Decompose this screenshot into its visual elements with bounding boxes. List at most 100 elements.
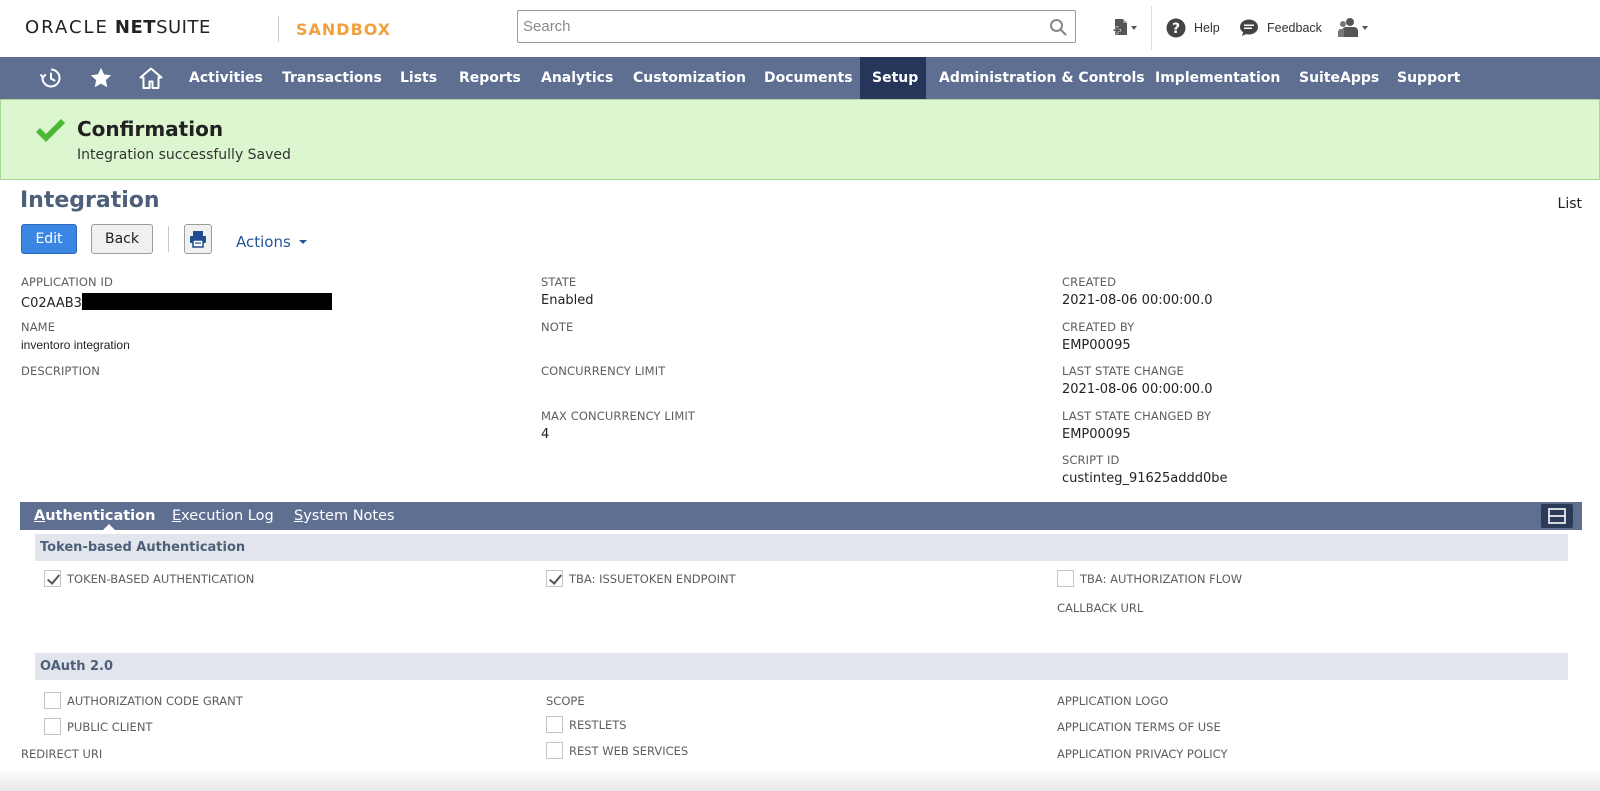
nav-customization[interactable]: Customization [633, 57, 746, 99]
confirmation-banner: Confirmation Integration successfully Sa… [0, 99, 1600, 180]
tab-execution-log-access-key: E [172, 508, 182, 524]
user-roles-icon [1338, 18, 1368, 37]
bottom-scroll-shadow [0, 770, 1600, 791]
help-link[interactable]: ? Help [1166, 16, 1220, 40]
search-icon[interactable] [1049, 18, 1067, 36]
logo-net: NET [114, 17, 157, 38]
nav-activities[interactable]: Activities [189, 57, 263, 99]
field-last-state-change: LAST STATE CHANGE 2021-08-06 00:00:00.0 [1062, 364, 1212, 397]
note-label: NOTE [541, 320, 574, 334]
authorization-flow-checkbox[interactable] [1057, 570, 1074, 587]
tab-execution-log-label: xecution Log [181, 508, 274, 524]
last-state-changed-by-label: LAST STATE CHANGED BY [1062, 409, 1212, 423]
created-by-value: EMP00095 [1062, 338, 1131, 353]
tab-system-notes-access-key: S [294, 508, 304, 524]
recent-records-icon[interactable] [39, 66, 63, 90]
tab-execution-log[interactable]: Execution Log [172, 502, 274, 530]
svg-text:?: ? [1172, 21, 1180, 37]
create-new-icon [1113, 19, 1137, 35]
button-separator [168, 226, 169, 252]
nav-implementation[interactable]: Implementation [1155, 57, 1280, 99]
application-id-text: C02AAB3 [21, 296, 82, 311]
actions-label: Actions [236, 233, 291, 251]
rest-web-services-checkbox-row[interactable]: REST WEB SERVICES [546, 742, 688, 759]
tab-system-notes[interactable]: System Notes [294, 502, 395, 530]
script-id-label: SCRIPT ID [1062, 453, 1120, 467]
name-label: NAME [21, 320, 56, 334]
feedback-link[interactable]: Feedback [1239, 16, 1322, 40]
field-application-id: APPLICATION ID C02AAB3 [21, 275, 332, 311]
restlets-checkbox-row[interactable]: RESTLETS [546, 716, 627, 733]
layout-toggle-button[interactable] [1541, 504, 1573, 528]
top-header: ORACLENETSUITE SANDBOX ? Help [0, 0, 1600, 57]
tab-system-notes-label: ystem Notes [303, 508, 395, 524]
checkmark-icon [36, 119, 65, 142]
list-link[interactable]: List [1558, 196, 1582, 212]
application-id-label: APPLICATION ID [21, 275, 113, 289]
nav-transactions[interactable]: Transactions [282, 57, 382, 99]
netsuite-logo[interactable]: ORACLE NETSUITE [25, 17, 211, 38]
auth-code-grant-checkbox[interactable] [44, 692, 61, 709]
chevron-down-icon [298, 240, 307, 244]
token-based-auth-checkbox-row[interactable]: TOKEN-BASED AUTHENTICATION [44, 570, 254, 587]
max-concurrency-limit-value: 4 [541, 427, 550, 442]
nav-setup[interactable]: Setup [860, 57, 926, 99]
logo-oracle-text: ORACLE [25, 17, 109, 38]
field-concurrency-limit: CONCURRENCY LIMIT [541, 364, 665, 378]
nav-reports[interactable]: Reports [459, 57, 521, 99]
issuetoken-endpoint-checkbox-row[interactable]: TBA: ISSUETOKEN ENDPOINT [546, 570, 736, 587]
tab-authentication[interactable]: Authentication [34, 502, 155, 530]
created-value: 2021-08-06 00:00:00.0 [1062, 293, 1213, 308]
nav-documents[interactable]: Documents [764, 57, 853, 99]
field-last-state-changed-by: LAST STATE CHANGED BY EMP00095 [1062, 409, 1211, 442]
global-search[interactable] [517, 10, 1076, 43]
restlets-checkbox[interactable] [546, 716, 563, 733]
rest-web-services-label: REST WEB SERVICES [569, 743, 689, 758]
tba-heading: Token-based Authentication [40, 540, 246, 555]
print-icon [190, 231, 206, 248]
page-title: Integration [20, 188, 160, 213]
nav-support[interactable]: Support [1397, 57, 1460, 99]
last-state-change-value: 2021-08-06 00:00:00.0 [1062, 382, 1213, 397]
token-based-auth-checkbox[interactable] [44, 570, 61, 587]
nav-administration-controls[interactable]: Administration & Controls [939, 57, 1145, 99]
active-tab-pointer [103, 524, 115, 530]
subtab-bar: Authentication Execution Log System Note… [20, 502, 1582, 530]
back-button[interactable]: Back [91, 224, 153, 254]
public-client-checkbox[interactable] [44, 718, 61, 735]
help-label: Help [1194, 21, 1220, 35]
script-id-value: custinteg_91625addd0be [1062, 471, 1228, 486]
tba-section-header: Token-based Authentication [35, 534, 1568, 561]
redirect-uri-label: REDIRECT URI [21, 747, 103, 761]
rest-web-services-checkbox[interactable] [546, 742, 563, 759]
home-icon[interactable] [139, 66, 163, 90]
actions-menu[interactable]: Actions [236, 233, 308, 251]
terms-of-use-label: APPLICATION TERMS OF USE [1057, 720, 1221, 734]
last-state-changed-by-value: EMP00095 [1062, 427, 1131, 442]
nav-lists[interactable]: Lists [400, 57, 437, 99]
logo-suite: SUITE [156, 17, 211, 38]
field-created: CREATED 2021-08-06 00:00:00.0 [1062, 275, 1212, 308]
star-icon[interactable] [89, 66, 113, 90]
redaction-bar [81, 293, 332, 310]
create-new-menu[interactable] [1112, 16, 1140, 40]
print-button[interactable] [184, 224, 212, 254]
edit-button[interactable]: Edit [21, 224, 77, 254]
nav-analytics[interactable]: Analytics [541, 57, 613, 99]
nav-suiteapps[interactable]: SuiteApps [1299, 57, 1379, 99]
description-label: DESCRIPTION [21, 364, 100, 378]
issuetoken-endpoint-checkbox[interactable] [546, 570, 563, 587]
public-client-checkbox-row[interactable]: PUBLIC CLIENT [44, 718, 152, 735]
user-role-menu[interactable] [1337, 16, 1371, 40]
search-input[interactable] [518, 11, 1018, 42]
oauth-section-header: OAuth 2.0 [35, 653, 1568, 680]
authorization-flow-label: TBA: AUTHORIZATION FLOW [1080, 571, 1243, 586]
main-navigation: Activities Transactions Lists Reports An… [0, 57, 1600, 99]
state-label: STATE [541, 275, 577, 289]
field-state: STATE Enabled [541, 275, 594, 308]
auth-code-grant-checkbox-row[interactable]: AUTHORIZATION CODE GRANT [44, 692, 243, 709]
authorization-flow-checkbox-row[interactable]: TBA: AUTHORIZATION FLOW [1057, 570, 1242, 587]
stacked-layout-icon [1548, 508, 1566, 524]
created-label: CREATED [1062, 275, 1117, 289]
field-name: NAME inventoro integration [21, 320, 130, 352]
